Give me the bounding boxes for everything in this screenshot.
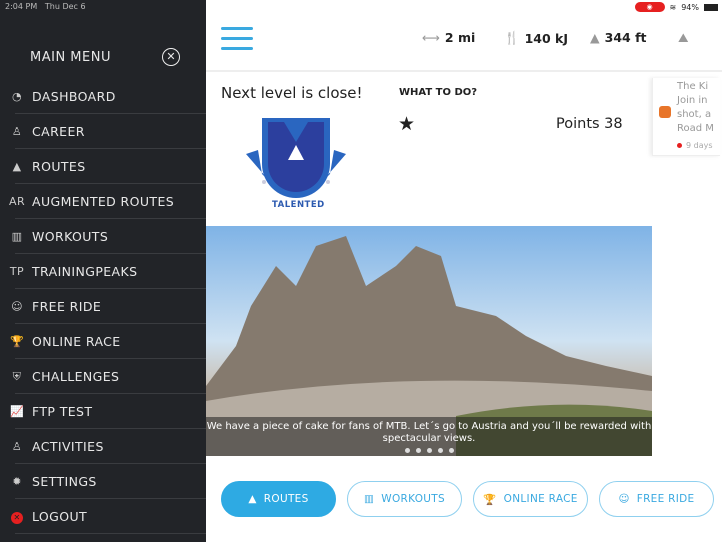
mountain-icon[interactable]: ⛰ [678,30,689,46]
sidebar-item-challenges[interactable]: ⛨ CHALLENGES [0,359,206,394]
dashboard-icon: ◔ [12,90,22,103]
sidebar-item-label: CHALLENGES [32,369,120,384]
button-icon: 🏆 [483,493,497,506]
users-icon: ♙ [11,440,23,453]
top-bar: ⟷ 2 mi 🍴 140 kJ ▲ 344 ft ⛰ ◉ ≋ 94% [206,0,722,72]
battery-icon [704,3,718,11]
sidebar-item-career[interactable]: ♙ CAREER [0,114,206,149]
button-icon: ☺ [618,493,630,505]
what-to-do-heading: WHAT TO DO? [399,87,478,98]
button-label: WORKOUTS [381,493,445,505]
status-time: 2:04 PM Thu Dec 6 [5,2,86,11]
points: Points 38 [556,116,623,132]
close-menu-button[interactable]: ✕ [162,48,180,66]
ar-icon: AR [9,195,25,208]
sidebar-item-ftp-test[interactable]: 📈 FTP TEST [0,394,206,429]
sidebar-item-workouts[interactable]: ▥ WORKOUTS [0,219,206,254]
distance-stat: ⟷ 2 mi [422,30,476,45]
sidebar-item-label: ROUTES [32,159,86,174]
level-badge-icon [246,118,346,198]
trophy-icon: 🏆 [9,335,25,348]
sidebar-item-label: SETTINGS [32,474,97,489]
wifi-icon: ≋ [669,2,677,12]
sidebar-item-label: FREE RIDE [32,299,102,314]
button-label: FREE RIDE [636,493,695,505]
feed-date: 9 days [677,141,713,150]
sidebar: 2:04 PM Thu Dec 6 MAIN MENU ✕ ◔ DASHBOARD… [0,0,206,542]
sidebar-item-label: FTP TEST [32,404,93,419]
sidebar-item-settings[interactable]: ✹ SETTINGS [0,464,206,499]
gear-icon: ✹ [12,475,22,488]
sidebar-item-online-race[interactable]: 🏆 ONLINE RACE [0,324,206,359]
recording-icon: ◉ [634,2,665,12]
mountain-icon: ▲ [12,160,22,173]
energy-stat: 🍴 140 kJ [504,30,568,46]
sidebar-item-label: AUGMENTED ROUTES [32,194,175,209]
fork-knife-icon: 🍴 [504,30,520,45]
level-heading: Next level is close! [221,84,363,102]
sidebar-item-label: DASHBOARD [32,89,116,104]
free-ride-button[interactable]: ☺ FREE RIDE [599,481,714,517]
line-chart-icon: 📈 [9,405,25,418]
featured-route-carousel[interactable]: We have a piece of cake for fans of MTB.… [206,226,652,456]
sidebar-item-free-ride[interactable]: ☺ FREE RIDE [0,289,206,324]
button-icon: ▥ [364,493,375,505]
distance-icon: ⟷ [422,30,440,45]
sidebar-item-trainingpeaks[interactable]: TP TRAININGPEAKS [0,254,206,289]
sidebar-item-activities[interactable]: ♙ ACTIVITIES [0,429,206,464]
sidebar-item-augmented-routes[interactable]: AR AUGMENTED ROUTES [0,184,206,219]
star-icon: ★ [398,113,416,135]
sidebar-item-dashboard[interactable]: ◔ DASHBOARD [0,79,206,114]
elevation-stat: ▲ 344 ft [590,30,647,45]
user-icon: ♙ [11,125,23,138]
elevation-icon: ▲ [590,30,600,45]
button-label: ROUTES [263,493,309,505]
challenge-icon [659,106,671,118]
carousel-dots[interactable] [206,448,652,453]
badge-label: TALENTED [272,200,325,210]
sidebar-item-label: LOGOUT [32,509,88,524]
smiley-icon: ☺ [11,300,23,313]
hamburger-menu-button[interactable] [221,27,253,51]
sidebar-item-label: WORKOUTS [32,229,109,244]
trainingpeaks-icon: TP [9,265,25,278]
feed-item[interactable]: The Ki Join in shot, a Road M 9 days [652,78,720,156]
main: ⟷ 2 mi 🍴 140 kJ ▲ 344 ft ⛰ ◉ ≋ 94% Next level… [206,0,722,542]
shield-star-icon: ⛨ [12,369,22,383]
button-icon: ▲ [248,493,257,505]
online-race-button[interactable]: 🏆 ONLINE RACE [473,481,588,517]
sidebar-item-label: TRAININGPEAKS [32,264,138,279]
menu-title: MAIN MENU [30,50,111,65]
logout-icon: ✕ [0,510,32,524]
button-label: ONLINE RACE [503,493,578,505]
bar-chart-icon: ▥ [11,230,23,243]
status-bar: ◉ ≋ 94% [634,2,718,12]
sidebar-item-label: ONLINE RACE [32,334,121,349]
sidebar-item-routes[interactable]: ▲ ROUTES [0,149,206,184]
feed-text: The Ki Join in shot, a Road M [677,81,714,134]
routes-button[interactable]: ▲ ROUTES [221,481,336,517]
sidebar-item-label: ACTIVITIES [32,439,104,454]
workouts-button[interactable]: ▥ WORKOUTS [347,481,462,517]
sidebar-item-logout[interactable]: ✕ LOGOUT [0,499,206,534]
sidebar-item-label: CAREER [32,124,85,139]
